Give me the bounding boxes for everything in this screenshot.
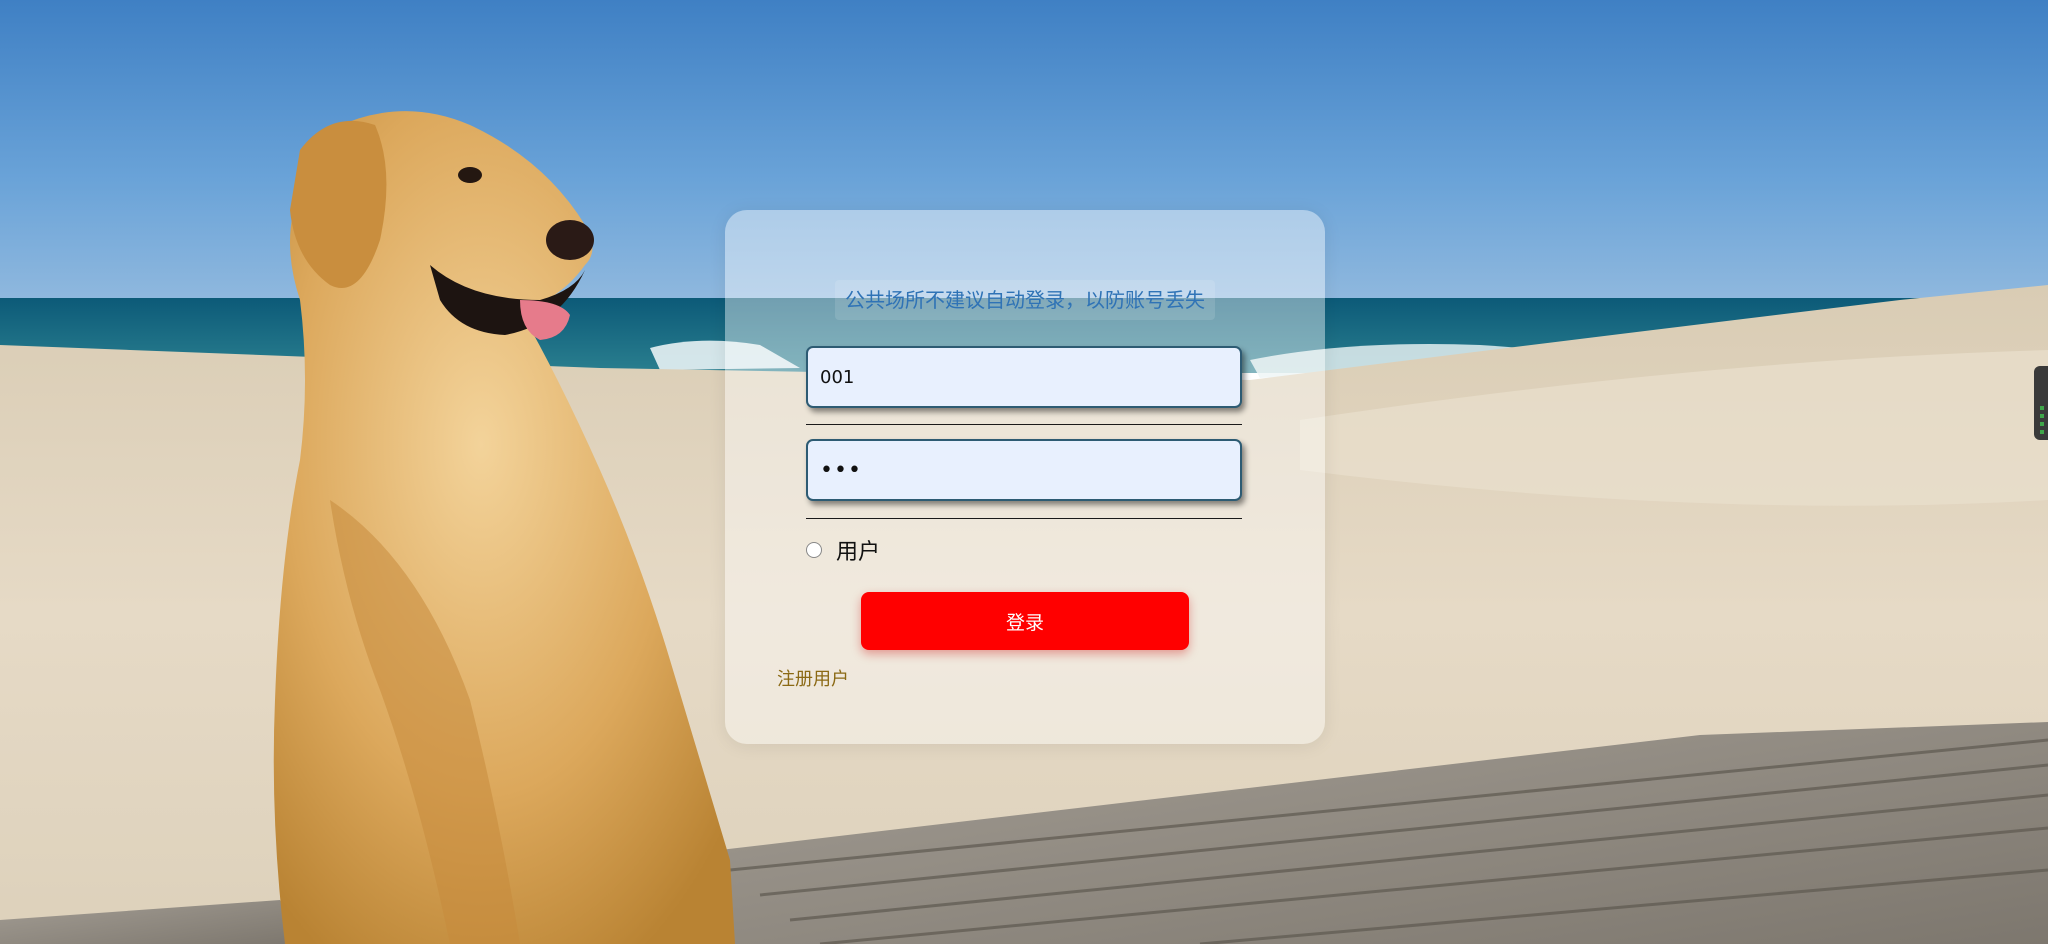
password-underline — [806, 518, 1242, 519]
security-notice: 公共场所不建议自动登录，以防账号丢失 — [835, 280, 1215, 320]
password-input[interactable] — [806, 439, 1242, 501]
indicator-bar — [2040, 422, 2044, 426]
login-card: 公共场所不建议自动登录，以防账号丢失 用户 登录 注册用户 — [725, 210, 1325, 744]
user-role-label: 用户 — [836, 540, 881, 565]
login-page: 公共场所不建议自动登录，以防账号丢失 用户 登录 注册用户 — [0, 0, 2048, 944]
username-input[interactable] — [806, 346, 1242, 408]
login-button[interactable]: 登录 — [861, 592, 1189, 650]
user-role-radio[interactable] — [806, 542, 822, 558]
username-underline — [806, 424, 1242, 425]
role-selector: 用户 — [806, 535, 880, 565]
register-link[interactable]: 注册用户 — [777, 665, 849, 691]
indicator-bar — [2040, 406, 2044, 410]
indicator-bar — [2040, 414, 2044, 418]
side-widget[interactable] — [2034, 366, 2048, 440]
indicator-bar — [2040, 430, 2044, 434]
